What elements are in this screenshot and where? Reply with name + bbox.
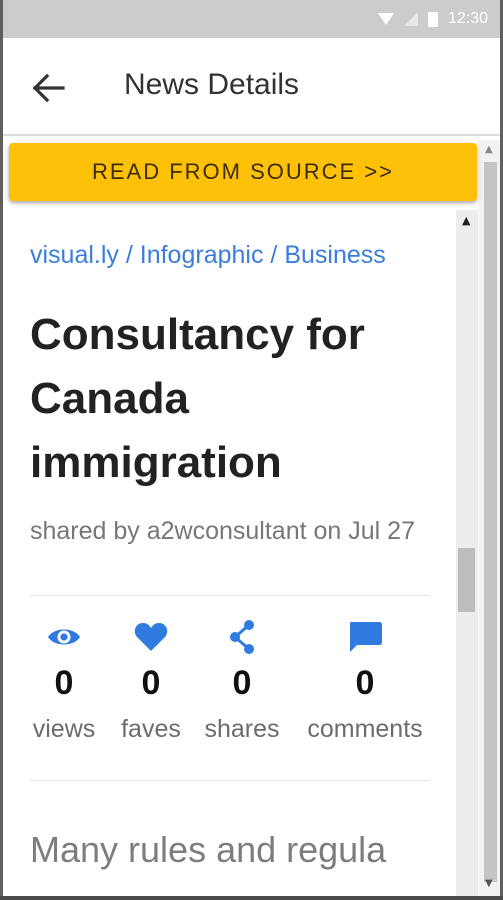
breadcrumb-source-link[interactable]: visual.ly <box>30 241 119 269</box>
breadcrumb-separator: / <box>118 241 140 269</box>
scroll-down-arrow-icon[interactable]: ▼ <box>485 878 493 889</box>
page-title: News Details <box>124 68 300 101</box>
faves-label: faves <box>121 715 181 743</box>
heart-icon <box>118 617 184 657</box>
stat-comments[interactable]: 0 comments <box>300 617 430 744</box>
comments-count: 0 <box>355 664 375 702</box>
breadcrumb-separator: / <box>263 241 285 269</box>
battery-icon <box>427 11 438 27</box>
bottom-edge <box>0 896 503 900</box>
read-from-source-button[interactable]: READ FROM SOURCE >> <box>9 143 477 201</box>
outer-scrollbar[interactable]: ▲ ▼ <box>479 140 500 896</box>
inner-scrollbar[interactable]: ▲ <box>456 210 478 896</box>
shares-count: 0 <box>232 664 252 702</box>
article-meta: shared by a2wconsultant on Jul 27 <box>30 517 415 545</box>
wifi-icon <box>377 13 394 25</box>
divider <box>30 780 430 781</box>
article-body-preview: Many rules and regula <box>30 829 387 870</box>
outer-scrollbar-thumb[interactable] <box>484 162 497 882</box>
faves-count: 0 <box>141 664 161 702</box>
status-bar: 12:30 <box>3 0 500 38</box>
eye-icon <box>30 617 98 657</box>
status-time: 12:30 <box>447 10 488 27</box>
views-label: views <box>32 715 96 743</box>
stats-row: 0 views 0 faves 0 shares 0 comments <box>30 617 430 757</box>
back-button[interactable] <box>25 65 71 111</box>
breadcrumb-category-link[interactable]: Business <box>284 241 385 269</box>
app-bar: News Details <box>3 38 500 136</box>
comments-label: comments <box>307 715 423 743</box>
comment-icon <box>300 617 430 657</box>
arrow-left-icon <box>32 73 65 103</box>
breadcrumb-type-link[interactable]: Infographic <box>140 241 264 269</box>
stat-shares[interactable]: 0 shares <box>202 617 282 744</box>
stat-faves[interactable]: 0 faves <box>118 617 184 744</box>
inner-scrollbar-thumb[interactable] <box>458 548 475 612</box>
scroll-up-arrow-icon[interactable]: ▲ <box>485 144 493 155</box>
divider <box>30 595 430 596</box>
stat-views[interactable]: 0 views <box>30 617 98 744</box>
share-icon <box>202 617 282 657</box>
shares-label: shares <box>204 715 280 743</box>
article-title: Consultancy for Canada immigration <box>30 310 365 487</box>
inner-scroll-up-arrow-icon[interactable]: ▲ <box>462 214 470 227</box>
signal-icon <box>403 12 418 26</box>
app-frame: 12:30 News Details READ FROM SOURCE >> ▲… <box>3 0 500 896</box>
views-count: 0 <box>54 664 74 702</box>
breadcrumb: visual.ly / Infographic / Business <box>30 241 386 270</box>
